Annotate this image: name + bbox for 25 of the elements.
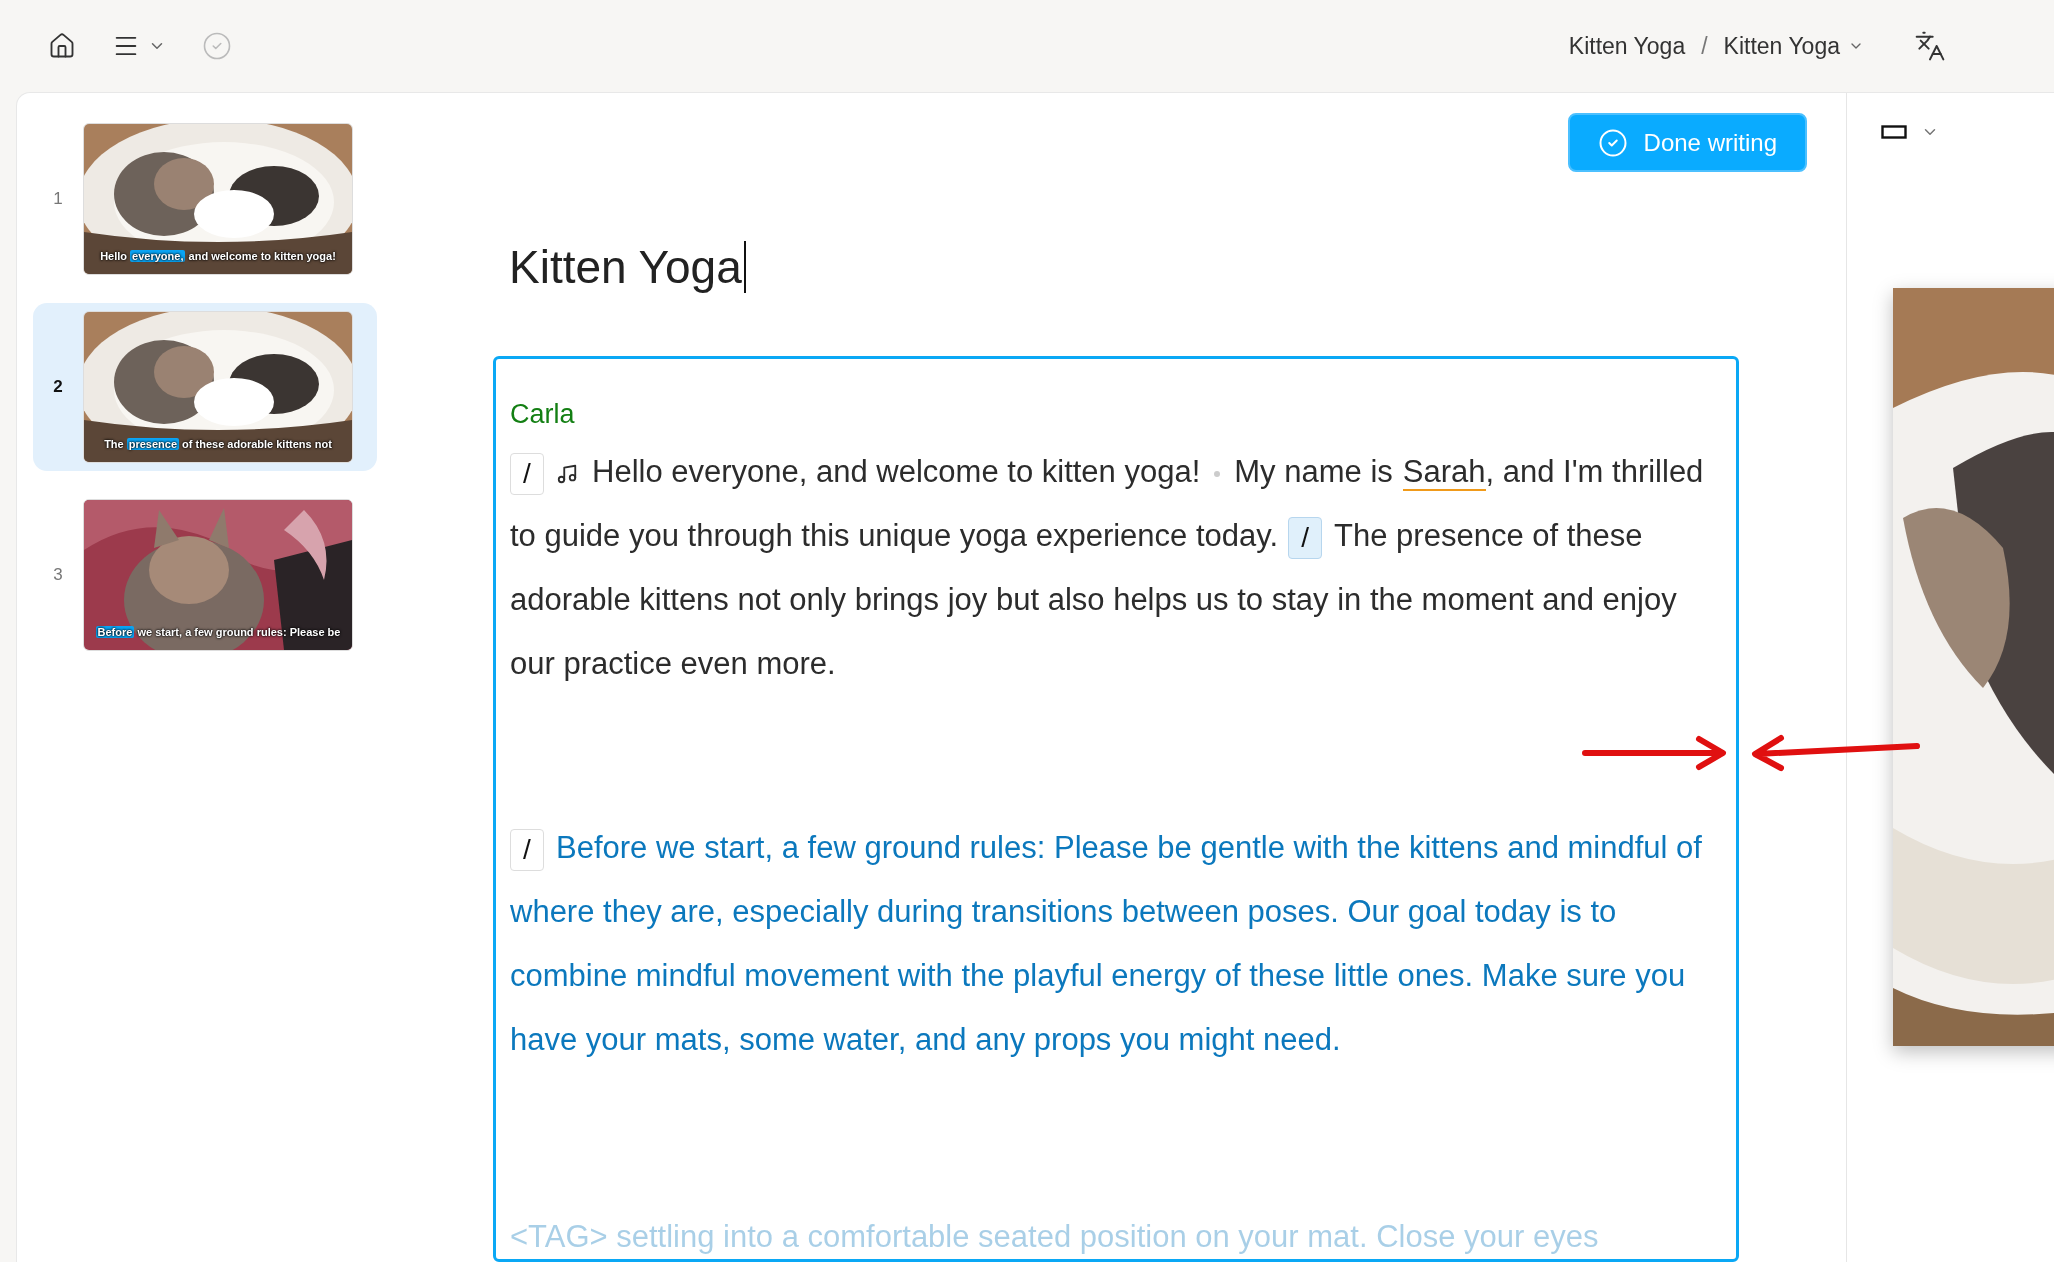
tag-marker[interactable]: / xyxy=(510,452,544,495)
breadcrumb-separator: / xyxy=(1701,32,1708,60)
script-paragraph: / Hello everyone, and welcome to kitten yoga! My name is Sarah, and I'm thrilled to guide you through this unique yoga experience today. / The presence of these adorable kittens not only brings joy but also helps us to stay in the moment and enjoy our practice even more. xyxy=(510,451,1705,683)
slide-thumbnail[interactable]: Hello everyone, and welcome to kitten yoga! xyxy=(83,123,353,275)
text-cursor xyxy=(743,241,746,293)
script-editor[interactable] xyxy=(493,356,1739,1262)
slide-caption: Hello everyone, and welcome to kitten yoga! xyxy=(99,250,337,262)
slide-thumbnail[interactable]: The presence of these adorable kittens not xyxy=(83,311,353,463)
speaker-name: Carla xyxy=(510,399,576,430)
rectangle-icon xyxy=(1881,125,1907,139)
check-circle-icon xyxy=(1597,127,1628,158)
music-note-icon[interactable] xyxy=(556,462,578,485)
document-title[interactable]: Kitten Yoga xyxy=(509,240,742,294)
script-paragraph: / Before we start, a few ground rules: Please be gentle with the kittens and mindful of where they are, especially during transitions between poses. Our goal today is to combine mindful movement with the playful energy of these little ones. Make sure you have your mats, some water, and any props you might need. xyxy=(510,827,1703,1059)
tag-marker[interactable]: / xyxy=(510,828,544,871)
tag-marker[interactable]: / xyxy=(1288,516,1323,559)
faded-script-text: <TAG> settling into a comfortable seated position on your mat. Close your eyes xyxy=(510,1219,1599,1255)
breadcrumb-dropdown[interactable]: Kitten Yoga xyxy=(1723,32,1864,60)
slide-number: 2 xyxy=(52,377,64,397)
slide-caption: The presence of these adorable kittens not xyxy=(103,438,333,450)
pause-dot xyxy=(1214,470,1221,477)
breadcrumb-link[interactable]: Kitten Yoga xyxy=(1568,32,1686,60)
slide-number: 1 xyxy=(52,189,64,209)
selected-slide[interactable]: 2 The presence of these adorable kittens not xyxy=(33,303,377,471)
slide-number: 3 xyxy=(52,565,64,585)
